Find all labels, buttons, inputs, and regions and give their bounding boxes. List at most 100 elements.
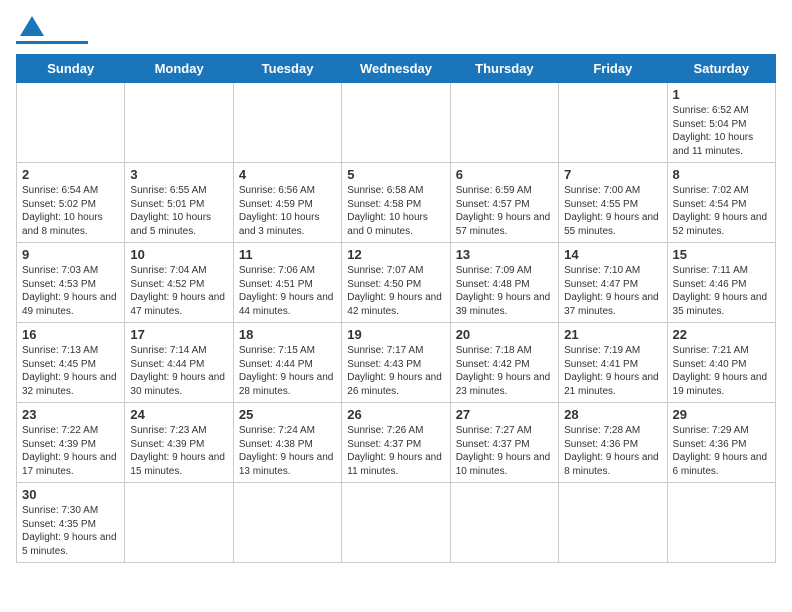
day-number: 22 xyxy=(673,327,770,342)
day-info: Sunrise: 7:02 AM Sunset: 4:54 PM Dayligh… xyxy=(673,184,770,238)
day-info: Sunrise: 7:14 AM Sunset: 4:44 PM Dayligh… xyxy=(130,344,227,398)
day-number: 30 xyxy=(22,487,119,502)
calendar-cell: 18 Sunrise: 7:15 AM Sunset: 4:44 PM Dayli… xyxy=(233,323,341,403)
calendar-cell xyxy=(17,83,125,163)
day-info: Sunrise: 7:11 AM Sunset: 4:46 PM Dayligh… xyxy=(673,264,770,318)
day-number: 23 xyxy=(22,407,119,422)
calendar-cell xyxy=(125,483,233,563)
calendar-cell xyxy=(233,83,341,163)
day-number: 19 xyxy=(347,327,444,342)
day-number: 5 xyxy=(347,167,444,182)
calendar-cell xyxy=(450,483,558,563)
day-number: 7 xyxy=(564,167,661,182)
calendar: SundayMondayTuesdayWednesdayThursdayFrid… xyxy=(16,54,776,563)
calendar-cell: 7Sunrise: 7:00 AM Sunset: 4:55 PM Daylig… xyxy=(559,163,667,243)
day-info: Sunrise: 7:27 AM Sunset: 4:37 PM Dayligh… xyxy=(456,424,553,478)
calendar-cell: 30 Sunrise: 7:30 AM Sunset: 4:35 PM Dayli… xyxy=(17,483,125,563)
day-info: Sunrise: 7:23 AM Sunset: 4:39 PM Dayligh… xyxy=(130,424,227,478)
calendar-week-row: 2Sunrise: 6:54 AM Sunset: 5:02 PM Daylig… xyxy=(17,163,776,243)
day-info: Sunrise: 7:09 AM Sunset: 4:48 PM Dayligh… xyxy=(456,264,553,318)
calendar-cell xyxy=(342,83,450,163)
day-number: 27 xyxy=(456,407,553,422)
day-number: 8 xyxy=(673,167,770,182)
day-info: Sunrise: 7:07 AM Sunset: 4:50 PM Dayligh… xyxy=(347,264,444,318)
calendar-cell: 17Sunrise: 7:14 AM Sunset: 4:44 PM Dayli… xyxy=(125,323,233,403)
day-number: 9 xyxy=(22,247,119,262)
calendar-cell: 26 Sunrise: 7:26 AM Sunset: 4:37 PM Dayli… xyxy=(342,403,450,483)
day-info: Sunrise: 7:29 AM Sunset: 4:36 PM Dayligh… xyxy=(673,424,770,478)
day-info: Sunrise: 6:58 AM Sunset: 4:58 PM Dayligh… xyxy=(347,184,444,238)
day-number: 18 xyxy=(239,327,336,342)
day-number: 28 xyxy=(564,407,661,422)
day-number: 4 xyxy=(239,167,336,182)
calendar-cell: 8 Sunrise: 7:02 AM Sunset: 4:54 PM Daylig… xyxy=(667,163,775,243)
day-number: 14 xyxy=(564,247,661,262)
day-info: Sunrise: 6:59 AM Sunset: 4:57 PM Dayligh… xyxy=(456,184,553,238)
day-number: 26 xyxy=(347,407,444,422)
day-number: 20 xyxy=(456,327,553,342)
day-info: Sunrise: 6:56 AM Sunset: 4:59 PM Dayligh… xyxy=(239,184,336,238)
calendar-week-row: 1 Sunrise: 6:52 AM Sunset: 5:04 PM Daylig… xyxy=(17,83,776,163)
calendar-cell xyxy=(559,483,667,563)
calendar-cell: 22 Sunrise: 7:21 AM Sunset: 4:40 PM Dayli… xyxy=(667,323,775,403)
calendar-cell: 6Sunrise: 6:59 AM Sunset: 4:57 PM Daylig… xyxy=(450,163,558,243)
calendar-week-row: 16 Sunrise: 7:13 AM Sunset: 4:45 PM Dayli… xyxy=(17,323,776,403)
calendar-week-row: 30 Sunrise: 7:30 AM Sunset: 4:35 PM Dayli… xyxy=(17,483,776,563)
calendar-header-row: SundayMondayTuesdayWednesdayThursdayFrid… xyxy=(17,55,776,83)
logo xyxy=(16,16,88,44)
calendar-cell xyxy=(450,83,558,163)
calendar-cell: 13 Sunrise: 7:09 AM Sunset: 4:48 PM Dayli… xyxy=(450,243,558,323)
day-info: Sunrise: 7:21 AM Sunset: 4:40 PM Dayligh… xyxy=(673,344,770,398)
day-number: 24 xyxy=(130,407,227,422)
day-info: Sunrise: 7:22 AM Sunset: 4:39 PM Dayligh… xyxy=(22,424,119,478)
calendar-week-row: 23 Sunrise: 7:22 AM Sunset: 4:39 PM Dayli… xyxy=(17,403,776,483)
calendar-cell: 10Sunrise: 7:04 AM Sunset: 4:52 PM Dayli… xyxy=(125,243,233,323)
day-info: Sunrise: 7:10 AM Sunset: 4:47 PM Dayligh… xyxy=(564,264,661,318)
calendar-cell: 9 Sunrise: 7:03 AM Sunset: 4:53 PM Daylig… xyxy=(17,243,125,323)
calendar-cell: 3Sunrise: 6:55 AM Sunset: 5:01 PM Daylig… xyxy=(125,163,233,243)
day-info: Sunrise: 7:24 AM Sunset: 4:38 PM Dayligh… xyxy=(239,424,336,478)
calendar-cell: 5 Sunrise: 6:58 AM Sunset: 4:58 PM Daylig… xyxy=(342,163,450,243)
calendar-cell: 23 Sunrise: 7:22 AM Sunset: 4:39 PM Dayli… xyxy=(17,403,125,483)
day-number: 11 xyxy=(239,247,336,262)
day-info: Sunrise: 7:30 AM Sunset: 4:35 PM Dayligh… xyxy=(22,504,119,558)
day-of-week-header: Sunday xyxy=(17,55,125,83)
day-info: Sunrise: 7:17 AM Sunset: 4:43 PM Dayligh… xyxy=(347,344,444,398)
day-info: Sunrise: 7:15 AM Sunset: 4:44 PM Dayligh… xyxy=(239,344,336,398)
day-info: Sunrise: 7:03 AM Sunset: 4:53 PM Dayligh… xyxy=(22,264,119,318)
calendar-cell: 14 Sunrise: 7:10 AM Sunset: 4:47 PM Dayli… xyxy=(559,243,667,323)
calendar-cell xyxy=(342,483,450,563)
calendar-cell xyxy=(667,483,775,563)
calendar-cell: 20Sunrise: 7:18 AM Sunset: 4:42 PM Dayli… xyxy=(450,323,558,403)
calendar-cell: 28 Sunrise: 7:28 AM Sunset: 4:36 PM Dayli… xyxy=(559,403,667,483)
day-of-week-header: Tuesday xyxy=(233,55,341,83)
day-info: Sunrise: 6:54 AM Sunset: 5:02 PM Dayligh… xyxy=(22,184,119,238)
day-info: Sunrise: 7:19 AM Sunset: 4:41 PM Dayligh… xyxy=(564,344,661,398)
calendar-cell: 15 Sunrise: 7:11 AM Sunset: 4:46 PM Dayli… xyxy=(667,243,775,323)
day-number: 13 xyxy=(456,247,553,262)
day-number: 21 xyxy=(564,327,661,342)
calendar-cell: 29Sunrise: 7:29 AM Sunset: 4:36 PM Dayli… xyxy=(667,403,775,483)
day-of-week-header: Wednesday xyxy=(342,55,450,83)
day-number: 10 xyxy=(130,247,227,262)
day-of-week-header: Saturday xyxy=(667,55,775,83)
calendar-cell: 25Sunrise: 7:24 AM Sunset: 4:38 PM Dayli… xyxy=(233,403,341,483)
calendar-cell xyxy=(125,83,233,163)
day-info: Sunrise: 6:52 AM Sunset: 5:04 PM Dayligh… xyxy=(673,104,770,158)
day-of-week-header: Friday xyxy=(559,55,667,83)
day-info: Sunrise: 7:28 AM Sunset: 4:36 PM Dayligh… xyxy=(564,424,661,478)
calendar-cell xyxy=(559,83,667,163)
day-info: Sunrise: 7:26 AM Sunset: 4:37 PM Dayligh… xyxy=(347,424,444,478)
day-number: 16 xyxy=(22,327,119,342)
day-number: 1 xyxy=(673,87,770,102)
calendar-cell: 2Sunrise: 6:54 AM Sunset: 5:02 PM Daylig… xyxy=(17,163,125,243)
day-info: Sunrise: 7:06 AM Sunset: 4:51 PM Dayligh… xyxy=(239,264,336,318)
day-of-week-header: Thursday xyxy=(450,55,558,83)
calendar-cell: 1 Sunrise: 6:52 AM Sunset: 5:04 PM Daylig… xyxy=(667,83,775,163)
calendar-cell xyxy=(233,483,341,563)
day-info: Sunrise: 7:13 AM Sunset: 4:45 PM Dayligh… xyxy=(22,344,119,398)
calendar-cell: 11 Sunrise: 7:06 AM Sunset: 4:51 PM Dayli… xyxy=(233,243,341,323)
calendar-cell: 19 Sunrise: 7:17 AM Sunset: 4:43 PM Dayli… xyxy=(342,323,450,403)
calendar-cell: 27 Sunrise: 7:27 AM Sunset: 4:37 PM Dayli… xyxy=(450,403,558,483)
day-number: 15 xyxy=(673,247,770,262)
